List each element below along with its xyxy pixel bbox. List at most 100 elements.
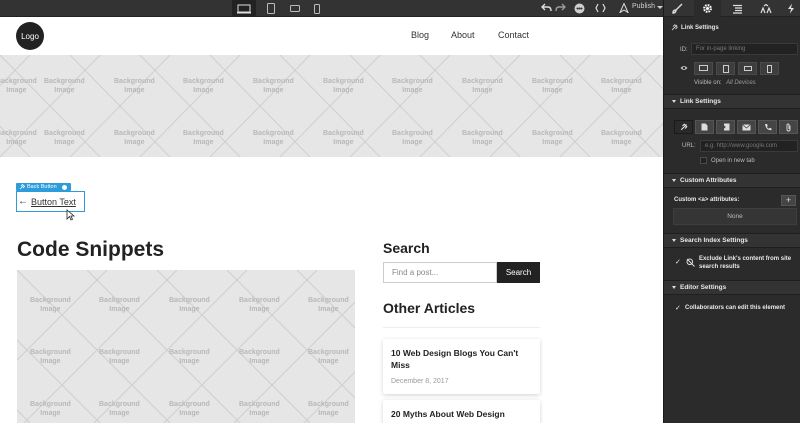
bg-label: Background Image [114,78,155,94]
selected-element-tag[interactable]: Back Button [16,183,71,191]
mobile-landscape-icon [743,66,752,71]
no-attributes-placeholder: None [673,208,797,225]
bg-label: Background Image [239,349,280,365]
collaborators-label: Collaborators can edit this element [685,305,786,311]
lightning-icon [787,3,794,14]
editor-settings-section-header[interactable]: Editor Settings [664,280,800,295]
nav-link-contact[interactable]: Contact [498,30,529,40]
tab-lightning[interactable] [777,0,800,17]
link-type-phone-button[interactable] [758,120,777,134]
mobile-landscape-icon [290,5,300,12]
hero-background-image[interactable]: Background Image Background Image Backgrou… [0,55,663,157]
bg-label: Background Image [30,401,71,417]
bg-label: Background Image [532,78,573,94]
interactions-icon [759,3,772,13]
bg-label: Background Image [0,78,37,94]
link-type-url-button[interactable] [674,120,693,134]
tab-interactions[interactable] [752,0,779,17]
search-off-icon [686,258,695,267]
mobile-portrait-view-button[interactable] [305,0,329,17]
list-icon [733,4,742,14]
tablet-icon [722,64,729,73]
exclude-search-checkbox[interactable]: ✓ [675,258,681,266]
bg-label: Background Image [239,297,280,313]
link-icon [671,24,678,31]
bg-label: Background Image [253,130,294,146]
bg-label: Background Image [323,130,364,146]
chevron-down-icon [672,100,676,103]
article-card[interactable]: 20 Myths About Web Design [383,400,540,423]
redo-button[interactable] [555,2,566,14]
publish-button[interactable]: Publish [632,3,655,10]
paperclip-icon [786,123,791,131]
bg-label: Background Image [99,401,140,417]
search-button[interactable]: Search [497,262,540,283]
chevron-down-icon [672,286,676,289]
mobile-landscape-view-button[interactable] [283,0,307,17]
exclude-search-label-2: search results [699,264,740,270]
content-image-placeholder[interactable]: Background Image Background Image Backgrou… [17,270,355,423]
tablet-view-button[interactable] [259,0,283,17]
bg-label: Background Image [601,130,642,146]
article-card[interactable]: 10 Web Design Blogs You Can't Miss Decem… [383,339,540,394]
add-attribute-button[interactable]: + [781,195,796,206]
bg-label: Background Image [253,78,294,94]
publish-icon-wrap[interactable] [619,2,629,14]
bg-label: Background Image [99,349,140,365]
tab-settings[interactable] [694,0,721,17]
link-type-page-button[interactable] [695,120,714,134]
bg-label: Background Image [30,349,71,365]
open-new-tab-label: Open in new tab [711,158,755,164]
bg-label: Background Image [462,78,503,94]
mobile-portrait-icon [314,3,320,14]
nav-link-blog[interactable]: Blog [411,30,429,40]
site-logo[interactable]: Logo [16,22,44,50]
link-type-section-button[interactable] [716,120,735,134]
gear-icon[interactable] [61,184,67,190]
tab-navigator[interactable] [724,0,751,17]
search-input[interactable]: Find a post... [383,262,497,283]
phone-icon [764,124,771,131]
visibility-tablet-toggle[interactable] [716,62,735,75]
collaborators-checkbox[interactable]: ✓ [675,304,681,312]
visibility-mobile-landscape-toggle[interactable] [738,62,757,75]
id-input[interactable]: For in-page linking [691,43,798,55]
desktop-view-button[interactable] [232,0,256,17]
undo-button[interactable] [541,2,552,14]
nav-link-about[interactable]: About [451,30,475,40]
custom-attributes-label: Custom <a> attributes: [674,197,740,203]
visibility-desktop-toggle[interactable] [694,62,713,75]
element-settings-title: Link Settings [681,25,719,31]
exclude-search-label-1: Exclude Link's content from site [699,256,792,262]
redo-icon [555,3,566,12]
article-title: 10 Web Design Blogs You Can't Miss [391,348,519,370]
arrow-left-icon: ← [18,196,28,207]
code-export-button[interactable] [595,2,606,14]
bg-label: Background Image [532,130,573,146]
bg-label: Background Image [44,130,85,146]
link-type-file-button[interactable] [779,120,798,134]
open-new-tab-checkbox[interactable] [700,157,707,164]
gear-icon [703,4,712,13]
search-index-section-header[interactable]: Search Index Settings [664,233,800,248]
preview-button[interactable] [574,2,585,14]
bg-label: Background Image [392,78,433,94]
link-settings-section-header[interactable]: Link Settings [664,94,800,109]
selected-element-label: Back Button [27,184,57,190]
article-title: 20 Myths About Web Design [391,409,505,419]
code-brackets-icon [595,3,606,13]
desktop-icon [699,65,708,71]
divider [383,327,540,328]
bg-label: Background Image [308,349,349,365]
link-type-email-button[interactable] [737,120,756,134]
bg-label: Background Image [44,78,85,94]
publish-icon [619,3,629,13]
visible-on-label: Visible on: [694,80,722,86]
tab-style[interactable] [664,0,691,17]
custom-attributes-section-header[interactable]: Custom Attributes [664,173,800,188]
visibility-mobile-portrait-toggle[interactable] [760,62,779,75]
bg-label: Background Image [169,401,210,417]
url-input[interactable]: e.g. http://www.google.com [700,140,798,152]
site-navbar: Logo Blog About Contact [0,17,663,55]
bg-label: Background Image [239,401,280,417]
